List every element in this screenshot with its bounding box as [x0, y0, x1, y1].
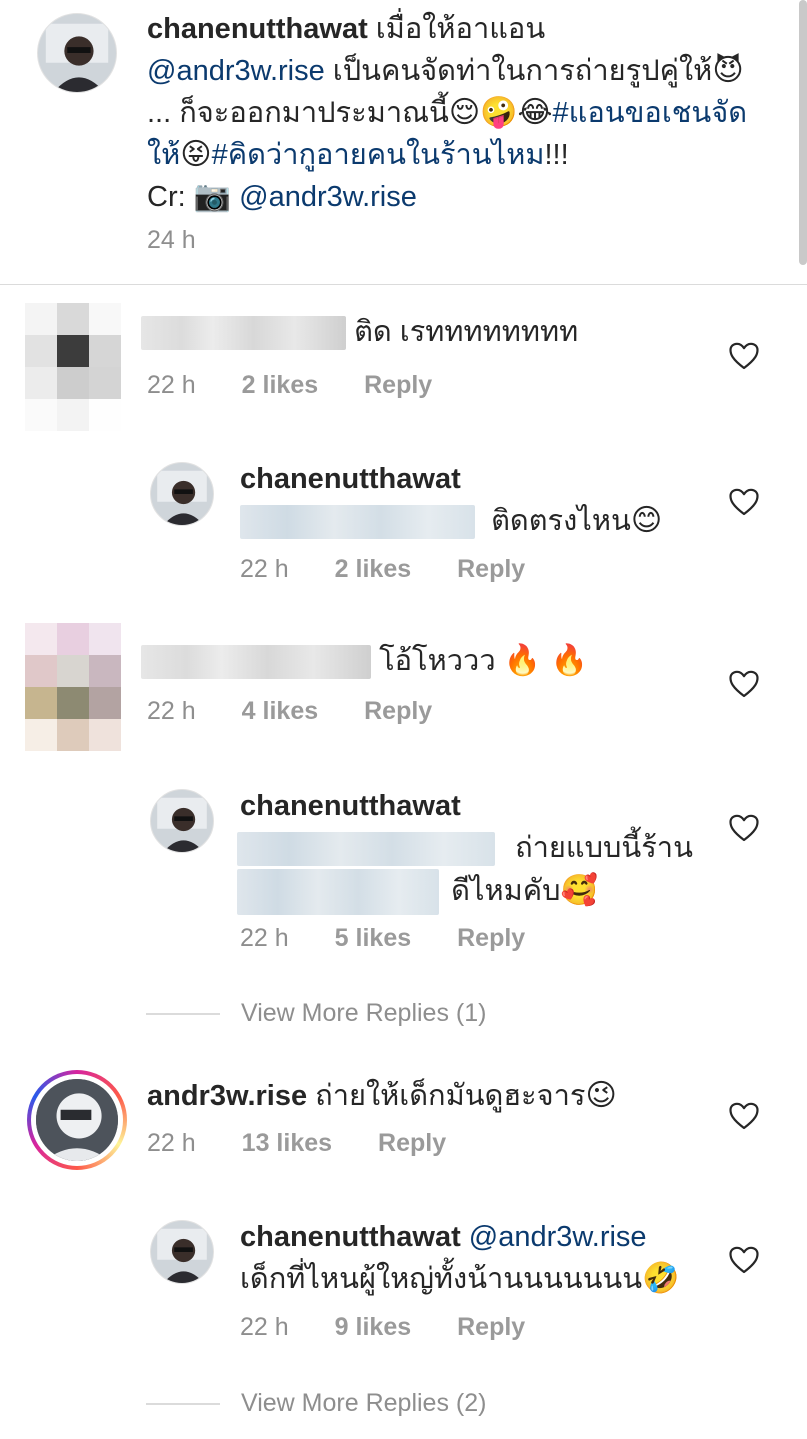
likes-count[interactable]: 4 likes: [242, 697, 318, 726]
caption-text-2: เป็นคนจัดท่าในการถ่ายรูปคู่ให้: [324, 55, 713, 87]
profile-photo: [151, 463, 213, 525]
credit-mention[interactable]: @andr3w.rise: [231, 181, 417, 213]
reply-mention[interactable]: @andr3w.rise: [461, 1221, 647, 1253]
heart-outline-icon: [729, 1102, 759, 1130]
likes-count[interactable]: 13 likes: [242, 1129, 332, 1158]
caption-text-3: ... ก็จะออกมาประมาณนี้: [147, 97, 449, 129]
redacted-text: [237, 869, 439, 915]
like-button[interactable]: [729, 488, 759, 516]
likes-count[interactable]: 5 likes: [335, 924, 411, 953]
redacted-username[interactable]: [141, 645, 371, 680]
smile-emoji: 😊: [630, 503, 663, 538]
post-caption: chanenutthawat เมื่อให้อาแอน @andr3w.ris…: [0, 0, 807, 285]
tongue-emoji: 😝: [180, 137, 212, 172]
divider: [146, 1012, 220, 1015]
avatar[interactable]: [25, 623, 121, 751]
likes-count[interactable]: 2 likes: [335, 555, 411, 584]
heart-outline-icon: [729, 342, 759, 370]
like-button[interactable]: [729, 1102, 759, 1130]
like-button[interactable]: [729, 342, 759, 370]
devil-emoji: 😈: [712, 53, 744, 88]
heart-outline-icon: [729, 488, 759, 516]
comment-time: 22 h: [147, 371, 196, 399]
heart-outline-icon: [729, 1246, 759, 1274]
profile-photo: [151, 790, 213, 852]
rofl-emoji: 🤣: [642, 1261, 680, 1296]
reply-button[interactable]: Reply: [457, 924, 525, 953]
caption-text-4: !!!: [544, 139, 569, 171]
redacted-mention[interactable]: [237, 832, 495, 867]
comment-text: ติดตรงไหน: [491, 505, 631, 537]
comment-time: 22 h: [240, 924, 289, 952]
comment-text-line1: ถ่ายแบบนี้ร้าน: [515, 832, 693, 864]
redacted-mention[interactable]: [240, 505, 475, 540]
caption-text-1: เมื่อให้อาแอน: [367, 13, 546, 45]
credit-label: Cr:: [147, 181, 194, 213]
wink-emoji: 😉: [585, 1078, 617, 1113]
view-more-replies[interactable]: View More Replies (1): [146, 999, 486, 1028]
caption-time: 24 h: [147, 226, 196, 254]
hashtag-2[interactable]: #คิดว่ากูอายคนในร้านไหม: [212, 139, 545, 171]
like-button[interactable]: [729, 814, 759, 842]
like-button[interactable]: [729, 1246, 759, 1274]
comment-text: โอ้โหววว: [379, 645, 504, 677]
avatar[interactable]: [27, 1070, 127, 1170]
profile-photo: [151, 1221, 213, 1283]
reply-button[interactable]: Reply: [364, 697, 432, 726]
heart-outline-icon: [729, 814, 759, 842]
comment-text-line2: ดีไหมคับ: [451, 874, 561, 907]
avatar[interactable]: [37, 13, 117, 93]
heart-outline-icon: [729, 670, 759, 698]
likes-count[interactable]: 2 likes: [242, 371, 318, 400]
avatar[interactable]: [150, 1220, 214, 1284]
redacted-username[interactable]: [141, 316, 346, 351]
reply-username[interactable]: chanenutthawat: [240, 463, 461, 495]
avatar[interactable]: [150, 462, 214, 526]
like-button[interactable]: [729, 670, 759, 698]
fire-emoji: 🔥 🔥: [503, 643, 588, 678]
reply-username[interactable]: chanenutthawat: [240, 1221, 461, 1253]
view-more-label[interactable]: View More Replies (1): [241, 999, 486, 1028]
comment-time: 22 h: [240, 1313, 289, 1341]
avatar[interactable]: [150, 789, 214, 853]
divider: [146, 1402, 220, 1405]
view-more-replies[interactable]: View More Replies (2): [146, 1389, 486, 1418]
reply-button[interactable]: Reply: [457, 555, 525, 584]
reply-button[interactable]: Reply: [364, 371, 432, 400]
caption-text: chanenutthawat เมื่อให้อาแอน @andr3w.ris…: [147, 8, 767, 218]
likes-count[interactable]: 9 likes: [335, 1313, 411, 1342]
view-more-label[interactable]: View More Replies (2): [241, 1389, 486, 1418]
caption-mention[interactable]: @andr3w.rise: [147, 55, 325, 87]
comment-time: 22 h: [147, 1129, 196, 1157]
reply-username[interactable]: chanenutthawat: [240, 790, 461, 822]
comment-text: ถ่ายให้เด็กมันดูฮะจาร: [307, 1080, 586, 1112]
camera-icon: 📷: [193, 179, 232, 214]
hearts-face-emoji: 🥰: [560, 872, 598, 908]
reply-button[interactable]: Reply: [457, 1313, 525, 1342]
comment-time: 22 h: [240, 555, 289, 583]
comment-text: เด็กที่ไหนผู้ใหญ่ทั้งน้านนนนนนน: [240, 1263, 643, 1295]
caption-emojis: 😌🤪😂: [448, 95, 553, 130]
comment-time: 22 h: [147, 697, 196, 725]
profile-photo: [38, 14, 116, 92]
reply-button[interactable]: Reply: [378, 1129, 446, 1158]
avatar[interactable]: [25, 303, 121, 431]
comment-username[interactable]: andr3w.rise: [147, 1080, 307, 1112]
comment-text: ติด เรทททททททท: [354, 316, 579, 348]
profile-photo: [36, 1079, 118, 1161]
caption-username[interactable]: chanenutthawat: [147, 13, 368, 45]
